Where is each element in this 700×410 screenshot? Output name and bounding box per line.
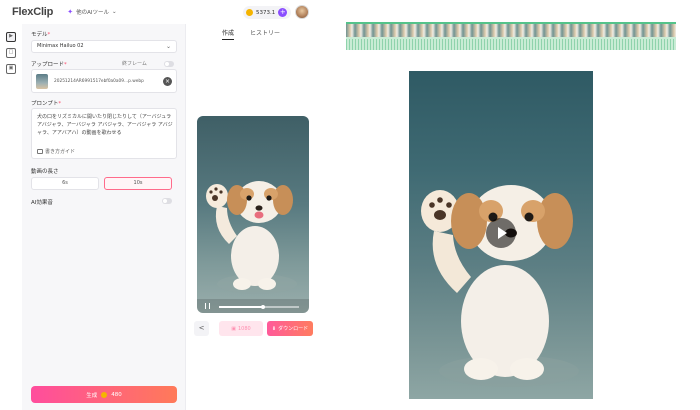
- model-label: モデル*: [31, 32, 51, 38]
- duration-label: 動画の長さ: [31, 169, 59, 175]
- seek-bar[interactable]: [219, 304, 299, 309]
- model-select[interactable]: Minimax Hailuo 02 ⌄: [31, 40, 177, 53]
- timeline-clip[interactable]: [346, 22, 676, 50]
- settings-panel: モデル* Minimax Hailuo 02 ⌄ アップロード* 終フレーム 2…: [22, 24, 186, 410]
- credits-badge[interactable]: 5373.1 +: [243, 6, 292, 19]
- add-credits-icon[interactable]: +: [278, 8, 288, 17]
- timeline-frame-thumbnails: [346, 24, 676, 37]
- generate-label: 生成: [86, 392, 98, 399]
- duration-option-10s[interactable]: 10s: [104, 177, 172, 190]
- preview-tabs: 作成 ヒストリー: [222, 28, 280, 40]
- prompt-label: プロンプト*: [31, 101, 62, 107]
- play-button[interactable]: [486, 218, 516, 248]
- ai-sound-toggle[interactable]: [162, 198, 172, 204]
- video-controls: [197, 299, 309, 313]
- download-icon: ⬇: [271, 325, 277, 332]
- coin-icon: [101, 391, 108, 398]
- writing-guide-link[interactable]: 書き方ガイド: [37, 148, 75, 155]
- ai-sound-label: AI効果音: [31, 200, 53, 206]
- ai-tools-menu[interactable]: ✦ 他のAIツール ⌄: [67, 8, 116, 16]
- chevron-down-icon: ⌄: [111, 9, 117, 15]
- prompt-text: 犬の口をリズミカルに開いたり閉じたりして（アーバジュラ アバジャラ、アーバジャラ…: [37, 114, 173, 136]
- generate-cost: 480: [111, 391, 122, 398]
- ai-tools-label: 他のAIツール: [76, 10, 109, 16]
- tab-create[interactable]: 作成: [222, 28, 235, 40]
- upscale-label: 1080: [238, 325, 251, 332]
- upload-box[interactable]: 20251214AR6991517ebf0a0a09...p.webp ×: [31, 69, 177, 93]
- avatar[interactable]: [295, 5, 309, 19]
- uploaded-file-name: 20251214AR6991517ebf0a0a09...p.webp: [54, 79, 144, 84]
- prompt-textarea[interactable]: 犬の口をリズミカルに開いたり閉じたりして（アーバジュラ アバジャラ、アーバジャラ…: [31, 108, 177, 159]
- video-generator-icon[interactable]: ▶: [6, 32, 16, 42]
- hd-icon: ▣: [231, 325, 236, 332]
- download-button[interactable]: ⬇ ダウンロード: [267, 321, 313, 336]
- image-to-video-icon[interactable]: □: [6, 48, 16, 58]
- generate-button[interactable]: 生成 480: [31, 386, 177, 403]
- left-rail: ▶ □ ▣: [0, 24, 22, 410]
- share-icon: <: [198, 324, 205, 332]
- book-icon: [37, 149, 43, 154]
- pause-icon[interactable]: [205, 303, 210, 309]
- download-label: ダウンロード: [278, 326, 309, 332]
- generated-video-preview[interactable]: [197, 116, 309, 313]
- model-value: Minimax Hailuo 02: [37, 43, 84, 49]
- remove-file-icon[interactable]: ×: [163, 77, 172, 86]
- magic-wand-icon: ✦: [67, 8, 74, 16]
- seek-handle[interactable]: [261, 304, 265, 309]
- last-frame-toggle[interactable]: [164, 61, 174, 67]
- upload-label: アップロード*: [31, 62, 67, 68]
- puppy-image: [206, 181, 297, 294]
- app-logo[interactable]: FlexClip: [12, 6, 53, 18]
- share-button[interactable]: <: [194, 321, 209, 336]
- seek-bar-fill: [219, 306, 263, 308]
- credits-value: 5373.1: [256, 9, 276, 16]
- duration-option-6s[interactable]: 6s: [31, 177, 99, 190]
- chevron-down-icon: ⌄: [165, 43, 171, 50]
- timeline-audio-waveform: [346, 39, 676, 50]
- uploaded-image-thumbnail: [36, 74, 48, 89]
- coin-icon: [246, 9, 253, 16]
- image-icon[interactable]: ▣: [6, 64, 16, 74]
- last-frame-label: 終フレーム: [122, 61, 147, 67]
- upscale-1080-button[interactable]: ▣ 1080: [219, 321, 263, 336]
- writing-guide-label: 書き方ガイド: [45, 149, 76, 155]
- tab-history[interactable]: ヒストリー: [250, 28, 280, 40]
